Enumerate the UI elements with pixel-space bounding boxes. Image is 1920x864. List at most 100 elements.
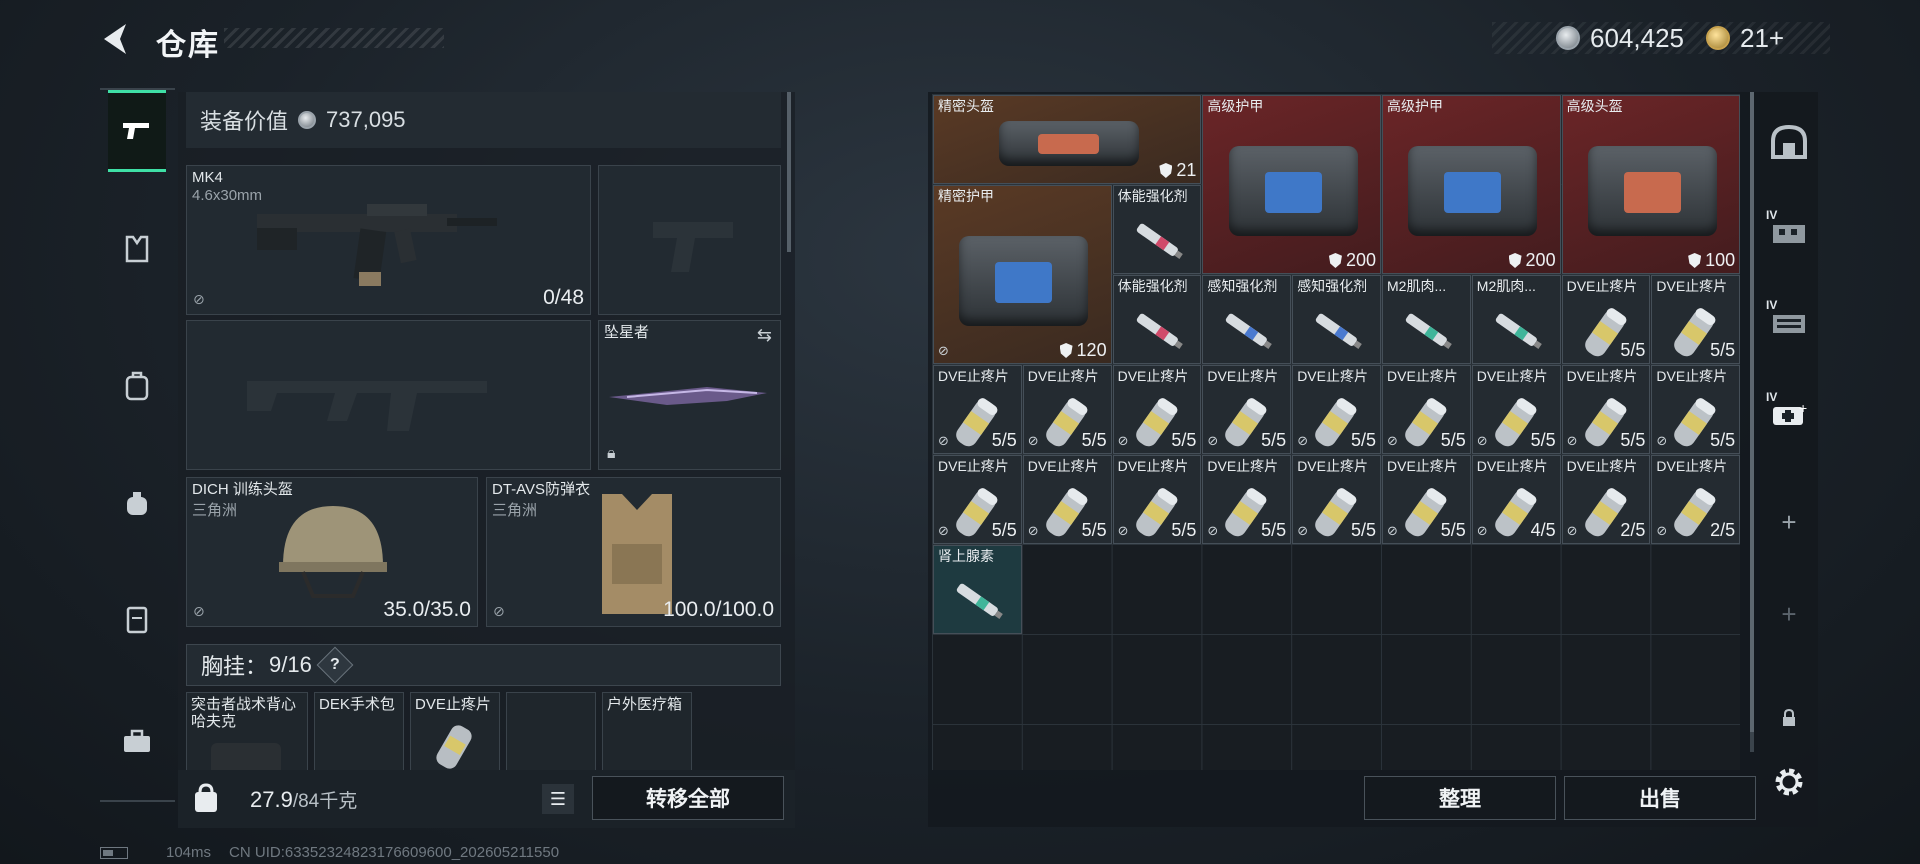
shield-icon bbox=[1688, 253, 1702, 268]
stash-scrollbar[interactable] bbox=[1750, 92, 1754, 732]
stash-pill-item[interactable]: DVE止疼片 4/5 ⊘ bbox=[1471, 455, 1561, 544]
nav-toolbox[interactable] bbox=[108, 700, 166, 782]
stash-injector-item[interactable]: 感知强化剂 bbox=[1202, 275, 1292, 364]
armor-art-icon bbox=[998, 121, 1139, 167]
stash-injector-item[interactable]: 体能强化剂 bbox=[1112, 185, 1202, 274]
unlocked-icon: ⊘ bbox=[493, 603, 505, 619]
stash-pill-item[interactable]: DVE止疼片 5/5 ⊘ bbox=[1112, 365, 1202, 454]
stash-pill-item[interactable]: DVE止疼片 2/5 ⊘ bbox=[1561, 455, 1651, 544]
stash-pill-item[interactable]: DVE止疼片 5/5 ⊘ bbox=[1471, 365, 1561, 454]
stash-injector-item[interactable]: 体能强化剂 bbox=[1112, 275, 1202, 364]
chest-rig-label: 胸挂： bbox=[201, 654, 268, 679]
sell-button[interactable]: 出售 bbox=[1564, 776, 1756, 820]
stash-armor-item[interactable]: 精密护甲 120 ⊘ bbox=[933, 185, 1112, 364]
item-quantity: 5/5 bbox=[1440, 520, 1466, 540]
transfer-all-button[interactable]: 转移全部 bbox=[592, 776, 784, 820]
unlocked-icon: ⊘ bbox=[1656, 523, 1668, 538]
stash-pill-item[interactable]: DVE止疼片 2/5 ⊘ bbox=[1651, 455, 1741, 544]
nav-weapons[interactable] bbox=[108, 90, 166, 172]
loadout-scrollbar[interactable] bbox=[787, 92, 791, 252]
vest-container-tab[interactable]: IV bbox=[1760, 202, 1818, 262]
armor-slot[interactable]: DT-AVS防弹衣 三角洲 ⊘ 100.0/100.0 bbox=[486, 477, 781, 627]
nav-vest[interactable] bbox=[108, 208, 166, 290]
armor-faction: 三角洲 bbox=[492, 502, 538, 519]
stash-pill-item[interactable]: DVE止疼片 5/5 ⊘ bbox=[1561, 365, 1651, 454]
stash-armor-item[interactable]: 高级护甲 200 bbox=[1382, 95, 1561, 274]
stash-pill-item[interactable]: DVE止疼片 5/5 ⊘ bbox=[1651, 365, 1741, 454]
item-quantity: 5/5 bbox=[1261, 520, 1287, 540]
primary-weapon-slot-2[interactable] bbox=[186, 320, 591, 470]
stash-pill-item[interactable]: DVE止疼片 5/5 ⊘ bbox=[1112, 455, 1202, 544]
nav-armor-plate[interactable] bbox=[108, 578, 166, 660]
left-nav bbox=[100, 88, 175, 808]
stash-pill-item[interactable]: DVE止疼片 5/5 ⊘ bbox=[933, 365, 1022, 454]
stash-pill-item[interactable]: DVE止疼片 5/5 ⊘ bbox=[1022, 455, 1112, 544]
stash-pill-item[interactable]: DVE止疼片 5/5 ⊘ bbox=[1202, 365, 1292, 454]
stash-pill-item[interactable]: DVE止疼片 5/5 ⊘ bbox=[1202, 455, 1292, 544]
unlocked-icon: ⊘ bbox=[1387, 523, 1398, 538]
armor-value: 21 bbox=[1159, 160, 1196, 181]
item-name: DVE止疼片 bbox=[1566, 458, 1638, 474]
nav-pouch[interactable] bbox=[108, 462, 166, 544]
item-quantity: 5/5 bbox=[1620, 430, 1646, 450]
sort-button[interactable]: 整理 bbox=[1364, 776, 1556, 820]
stash-pill-item[interactable]: DVE止疼片 5/5 ⊘ bbox=[1382, 365, 1471, 454]
ammo-count: 0/48 bbox=[543, 286, 584, 309]
stash-pill-item[interactable]: DVE止疼片 5/5 ⊘ bbox=[1382, 455, 1471, 544]
helmet-slot[interactable]: DICH 训练头盔 三角洲 ⊘ 35.0/35.0 bbox=[186, 477, 478, 627]
stash-armor-item[interactable]: 精密头盔 21 bbox=[933, 95, 1202, 184]
armor-plate-icon bbox=[126, 606, 148, 634]
list-view-button[interactable]: ☰ bbox=[542, 784, 574, 814]
unlocked-icon: ⊘ bbox=[1656, 433, 1668, 448]
item-quantity: 5/5 bbox=[1081, 430, 1107, 450]
folder-container-tab[interactable]: IV bbox=[1760, 292, 1818, 352]
add-container-button[interactable]: + bbox=[1760, 492, 1818, 552]
melee-slot[interactable]: 坠星者 ⇆ 🔒︎ bbox=[598, 320, 781, 470]
medkit-container-tab[interactable]: IV + bbox=[1760, 384, 1818, 444]
item-quantity: 5/5 bbox=[1710, 340, 1736, 360]
pistol-icon bbox=[123, 123, 149, 139]
shield-icon bbox=[1059, 343, 1073, 358]
stash-injector-item[interactable]: 感知强化剂 bbox=[1292, 275, 1381, 364]
item-name: DVE止疼片 bbox=[1656, 278, 1728, 294]
unlocked-icon: ⊘ bbox=[1207, 523, 1219, 538]
chest-rig-capacity: 9/16 bbox=[269, 652, 312, 677]
chest-slot-name: DVE止疼片 bbox=[415, 696, 491, 713]
item-name: 肾上腺素 bbox=[938, 548, 994, 564]
stash-pill-item[interactable]: DVE止疼片 5/5 ⊘ bbox=[1292, 365, 1381, 454]
stash-armor-item[interactable]: 高级护甲 200 bbox=[1202, 95, 1381, 274]
stash-injector-item[interactable]: M2肌肉... bbox=[1382, 275, 1471, 364]
stash-injector-item[interactable]: M2肌肉... bbox=[1471, 275, 1561, 364]
add-container-button-2[interactable]: + bbox=[1760, 584, 1818, 644]
item-quantity: 5/5 bbox=[1081, 520, 1107, 540]
injector-icon bbox=[1405, 313, 1452, 349]
stash-pill-item[interactable]: DVE止疼片 5/5 bbox=[1651, 275, 1741, 364]
weapon-name: MK4 bbox=[192, 169, 223, 186]
nav-backpack[interactable] bbox=[108, 345, 166, 427]
item-name: 体能强化剂 bbox=[1117, 188, 1188, 204]
help-icon[interactable]: ? bbox=[316, 646, 354, 684]
pouch-icon bbox=[127, 492, 147, 515]
stash-armor-item[interactable]: 高级头盔 100 bbox=[1561, 95, 1741, 274]
lock-icon bbox=[1783, 708, 1795, 726]
item-quantity: 5/5 bbox=[1171, 430, 1197, 450]
currency-bar: 604,425 21+ bbox=[1492, 22, 1830, 54]
item-quantity: 5/5 bbox=[991, 520, 1017, 540]
unlocked-icon: ⊘ bbox=[193, 291, 205, 307]
settings-button[interactable] bbox=[1760, 752, 1818, 812]
stash-pill-item[interactable]: DVE止疼片 5/5 ⊘ bbox=[1292, 455, 1381, 544]
item-name: DVE止疼片 bbox=[1566, 278, 1638, 294]
stash-pill-item[interactable]: DVE止疼片 5/5 ⊘ bbox=[933, 455, 1022, 544]
stash-pill-item[interactable]: DVE止疼片 5/5 bbox=[1561, 275, 1651, 364]
back-arrow-icon[interactable] bbox=[98, 20, 132, 58]
secondary-weapon-slot[interactable] bbox=[598, 165, 781, 315]
item-name: DVE止疼片 bbox=[1297, 458, 1368, 474]
stash-injector-item[interactable]: 肾上腺素 bbox=[933, 545, 1022, 634]
stash-pill-item[interactable]: DVE止疼片 5/5 ⊘ bbox=[1022, 365, 1112, 454]
gear-icon bbox=[1775, 768, 1803, 796]
helmet-container-tab[interactable] bbox=[1760, 112, 1818, 172]
primary-weapon-slot[interactable]: MK4 4.6x30mm ⊘ 0/48 bbox=[186, 165, 591, 315]
swap-icon[interactable]: ⇆ bbox=[757, 325, 772, 346]
unlocked-icon: ⊘ bbox=[193, 603, 205, 619]
item-name: 高级头盔 bbox=[1566, 98, 1623, 114]
